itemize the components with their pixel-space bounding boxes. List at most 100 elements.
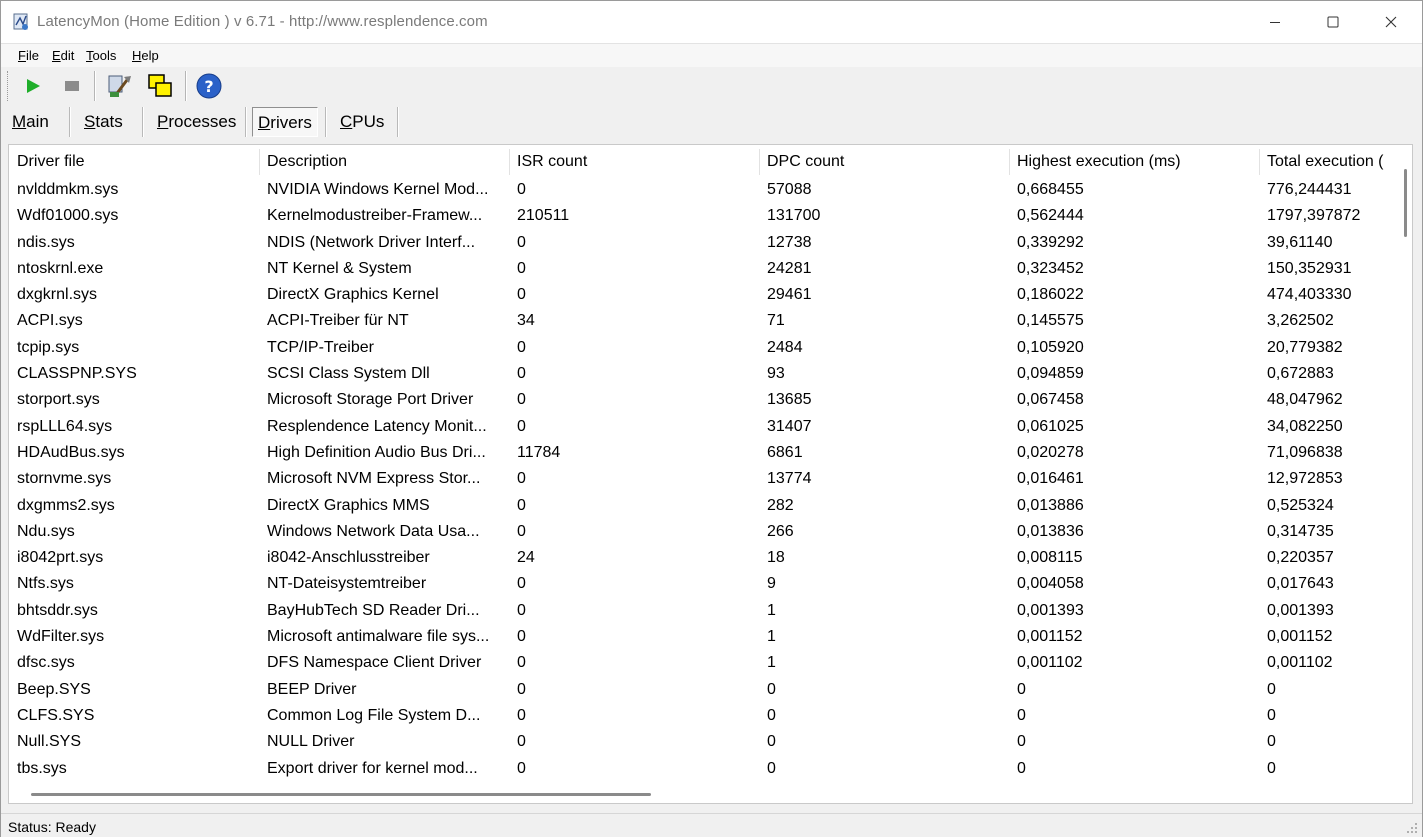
tab-stats[interactable]: Stats <box>79 107 128 137</box>
cell-total-execution: 0 <box>1267 733 1276 751</box>
table-row[interactable]: CLFS.SYS Common Log File System D... 0 0 0 0 <box>9 704 1399 730</box>
windows-icon <box>148 74 172 97</box>
table-row[interactable]: i8042prt.sys i8042-Anschlusstreiber 24 18 0,… <box>9 546 1399 572</box>
tab-main[interactable]: Main <box>7 107 54 137</box>
table-row[interactable]: WdFilter.sys Microsoft antimalware file s… <box>9 625 1399 651</box>
table-row[interactable]: dxgkrnl.sys DirectX Graphics Kernel 0 29461… <box>9 283 1399 309</box>
status-text: Status: Ready <box>8 819 96 835</box>
cell-highest-execution: 0,004058 <box>1017 575 1084 593</box>
cell-highest-execution: 0 <box>1017 759 1026 777</box>
cell-description: Microsoft NVM Express Stor... <box>267 470 481 488</box>
tab-separator <box>325 107 327 137</box>
cell-description: NT-Dateisystemtreiber <box>267 575 427 593</box>
table-row[interactable]: dfsc.sys DFS Namespace Client Driver 0 1 0,0… <box>9 651 1399 677</box>
start-button[interactable] <box>17 70 49 102</box>
title-bar[interactable]: LatencyMon (Home Edition ) v 6.71 - http… <box>1 1 1422 43</box>
column-header-dpc-count[interactable]: DPC count <box>759 145 1009 179</box>
cell-total-execution: 0 <box>1267 680 1276 698</box>
menu-help-hotkey: H <box>132 48 142 63</box>
tab-drivers[interactable]: Drivers <box>252 107 318 137</box>
table-row[interactable]: Ndu.sys Windows Network Data Usa... 0 266 0,… <box>9 520 1399 546</box>
cell-isr-count: 34 <box>517 312 535 330</box>
tab-processes[interactable]: Processes <box>152 107 241 137</box>
table-row[interactable]: ndis.sys NDIS (Network Driver Interf... 0 1… <box>9 231 1399 257</box>
help-button[interactable]: ? <box>193 70 225 102</box>
column-header-isr-count[interactable]: ISR count <box>509 145 759 179</box>
cell-isr-count: 0 <box>517 575 526 593</box>
cell-total-execution: 1797,397872 <box>1267 207 1361 225</box>
table-row[interactable]: tcpip.sys TCP/IP-Treiber 0 2484 0,105920 20,7… <box>9 336 1399 362</box>
table-row[interactable]: Null.SYS NULL Driver 0 0 0 0 <box>9 730 1399 756</box>
cell-dpc-count: 0 <box>767 733 776 751</box>
table-row[interactable]: ntoskrnl.exe NT Kernel & System 0 24281 0,32… <box>9 257 1399 283</box>
table-row[interactable]: ACPI.sys ACPI-Treiber für NT 34 71 0,145575 3… <box>9 309 1399 335</box>
cell-highest-execution: 0,323452 <box>1017 259 1084 277</box>
cell-driver-file: HDAudBus.sys <box>17 443 125 461</box>
tool-button[interactable] <box>104 70 136 102</box>
cell-description: NDIS (Network Driver Interf... <box>267 233 476 251</box>
menu-tools[interactable]: Tools <box>86 48 116 63</box>
menu-tools-label: ools <box>92 48 117 63</box>
cell-dpc-count: 24281 <box>767 259 812 277</box>
cell-total-execution: 12,972853 <box>1267 470 1343 488</box>
menu-edit[interactable]: Edit <box>52 48 74 63</box>
cell-description: TCP/IP-Treiber <box>267 338 374 356</box>
cell-driver-file: Ntfs.sys <box>17 575 74 593</box>
menu-help[interactable]: Help <box>132 48 159 63</box>
cell-driver-file: rspLLL64.sys <box>17 417 113 435</box>
vertical-scrollbar[interactable] <box>1399 145 1412 803</box>
table-row[interactable]: Beep.SYS BEEP Driver 0 0 0 0 <box>9 678 1399 704</box>
column-header-highest-execution[interactable]: Highest execution (ms) <box>1009 145 1259 179</box>
cell-dpc-count: 131700 <box>767 207 821 225</box>
cell-driver-file: Ndu.sys <box>17 522 75 540</box>
table-row[interactable]: CLASSPNP.SYS SCSI Class System Dll 0 93 0,09… <box>9 362 1399 388</box>
menu-file-hotkey: F <box>18 48 26 63</box>
cell-highest-execution: 0,105920 <box>1017 338 1084 356</box>
cell-description: DFS Namespace Client Driver <box>267 654 482 672</box>
window-title: LatencyMon (Home Edition ) v 6.71 - http… <box>37 13 488 30</box>
column-header-total-execution[interactable]: Total execution ( <box>1259 145 1399 179</box>
column-header-description[interactable]: Description <box>259 145 509 179</box>
cell-driver-file: bhtsddr.sys <box>17 601 98 619</box>
menu-bar: File Edit Tools Help <box>1 43 1422 67</box>
cell-highest-execution: 0,016461 <box>1017 470 1084 488</box>
cell-dpc-count: 0 <box>767 759 776 777</box>
minimize-button[interactable] <box>1246 1 1304 43</box>
horizontal-scroll-thumb[interactable] <box>31 793 651 796</box>
cell-dpc-count: 266 <box>767 522 794 540</box>
table-row[interactable]: bhtsddr.sys BayHubTech SD Reader Dri... 0 1… <box>9 599 1399 625</box>
cell-driver-file: ndis.sys <box>17 233 75 251</box>
play-icon <box>27 79 40 93</box>
stop-button[interactable] <box>56 70 88 102</box>
resize-grip-icon[interactable] <box>1406 822 1418 834</box>
table-row[interactable]: rspLLL64.sys Resplendence Latency Monit..… <box>9 415 1399 441</box>
table-row[interactable]: stornvme.sys Microsoft NVM Express Stor..… <box>9 467 1399 493</box>
table-row[interactable]: dxgmms2.sys DirectX Graphics MMS 0 282 0,013… <box>9 494 1399 520</box>
toolbar-grip[interactable] <box>7 71 10 101</box>
table-row[interactable]: Wdf01000.sys Kernelmodustreiber-Framew...… <box>9 204 1399 230</box>
table-row[interactable]: Ntfs.sys NT-Dateisystemtreiber 0 9 0,004058 0… <box>9 572 1399 598</box>
table-row[interactable]: HDAudBus.sys High Definition Audio Bus Dr… <box>9 441 1399 467</box>
drivers-list[interactable]: Driver file Description ISR count DPC co… <box>8 144 1413 804</box>
vertical-scroll-thumb[interactable] <box>1404 169 1407 237</box>
cell-total-execution: 150,352931 <box>1267 259 1352 277</box>
maximize-button[interactable] <box>1304 1 1362 43</box>
table-row[interactable]: tbs.sys Export driver for kernel mod... 0 0… <box>9 757 1399 783</box>
cell-isr-count: 0 <box>517 233 526 251</box>
cell-dpc-count: 6861 <box>767 443 803 461</box>
column-header-driver-file[interactable]: Driver file <box>9 145 259 179</box>
windows-button[interactable] <box>144 70 176 102</box>
cell-isr-count: 0 <box>517 470 526 488</box>
table-row[interactable]: storport.sys Microsoft Storage Port Drive… <box>9 388 1399 414</box>
menu-edit-label: dit <box>60 48 75 63</box>
table-row[interactable]: nvlddmkm.sys NVIDIA Windows Kernel Mod...… <box>9 178 1399 204</box>
menu-file[interactable]: File <box>18 48 39 63</box>
menu-help-label: elp <box>141 48 159 63</box>
tab-cpus[interactable]: CPUs <box>335 107 389 137</box>
cell-description: NT Kernel & System <box>267 259 412 277</box>
tab-stats-label: Stats <box>84 112 123 131</box>
close-button[interactable] <box>1362 1 1420 43</box>
cell-description: BEEP Driver <box>267 680 357 698</box>
tab-cpus-label: CPUs <box>340 112 385 131</box>
horizontal-scrollbar[interactable] <box>9 785 1399 803</box>
